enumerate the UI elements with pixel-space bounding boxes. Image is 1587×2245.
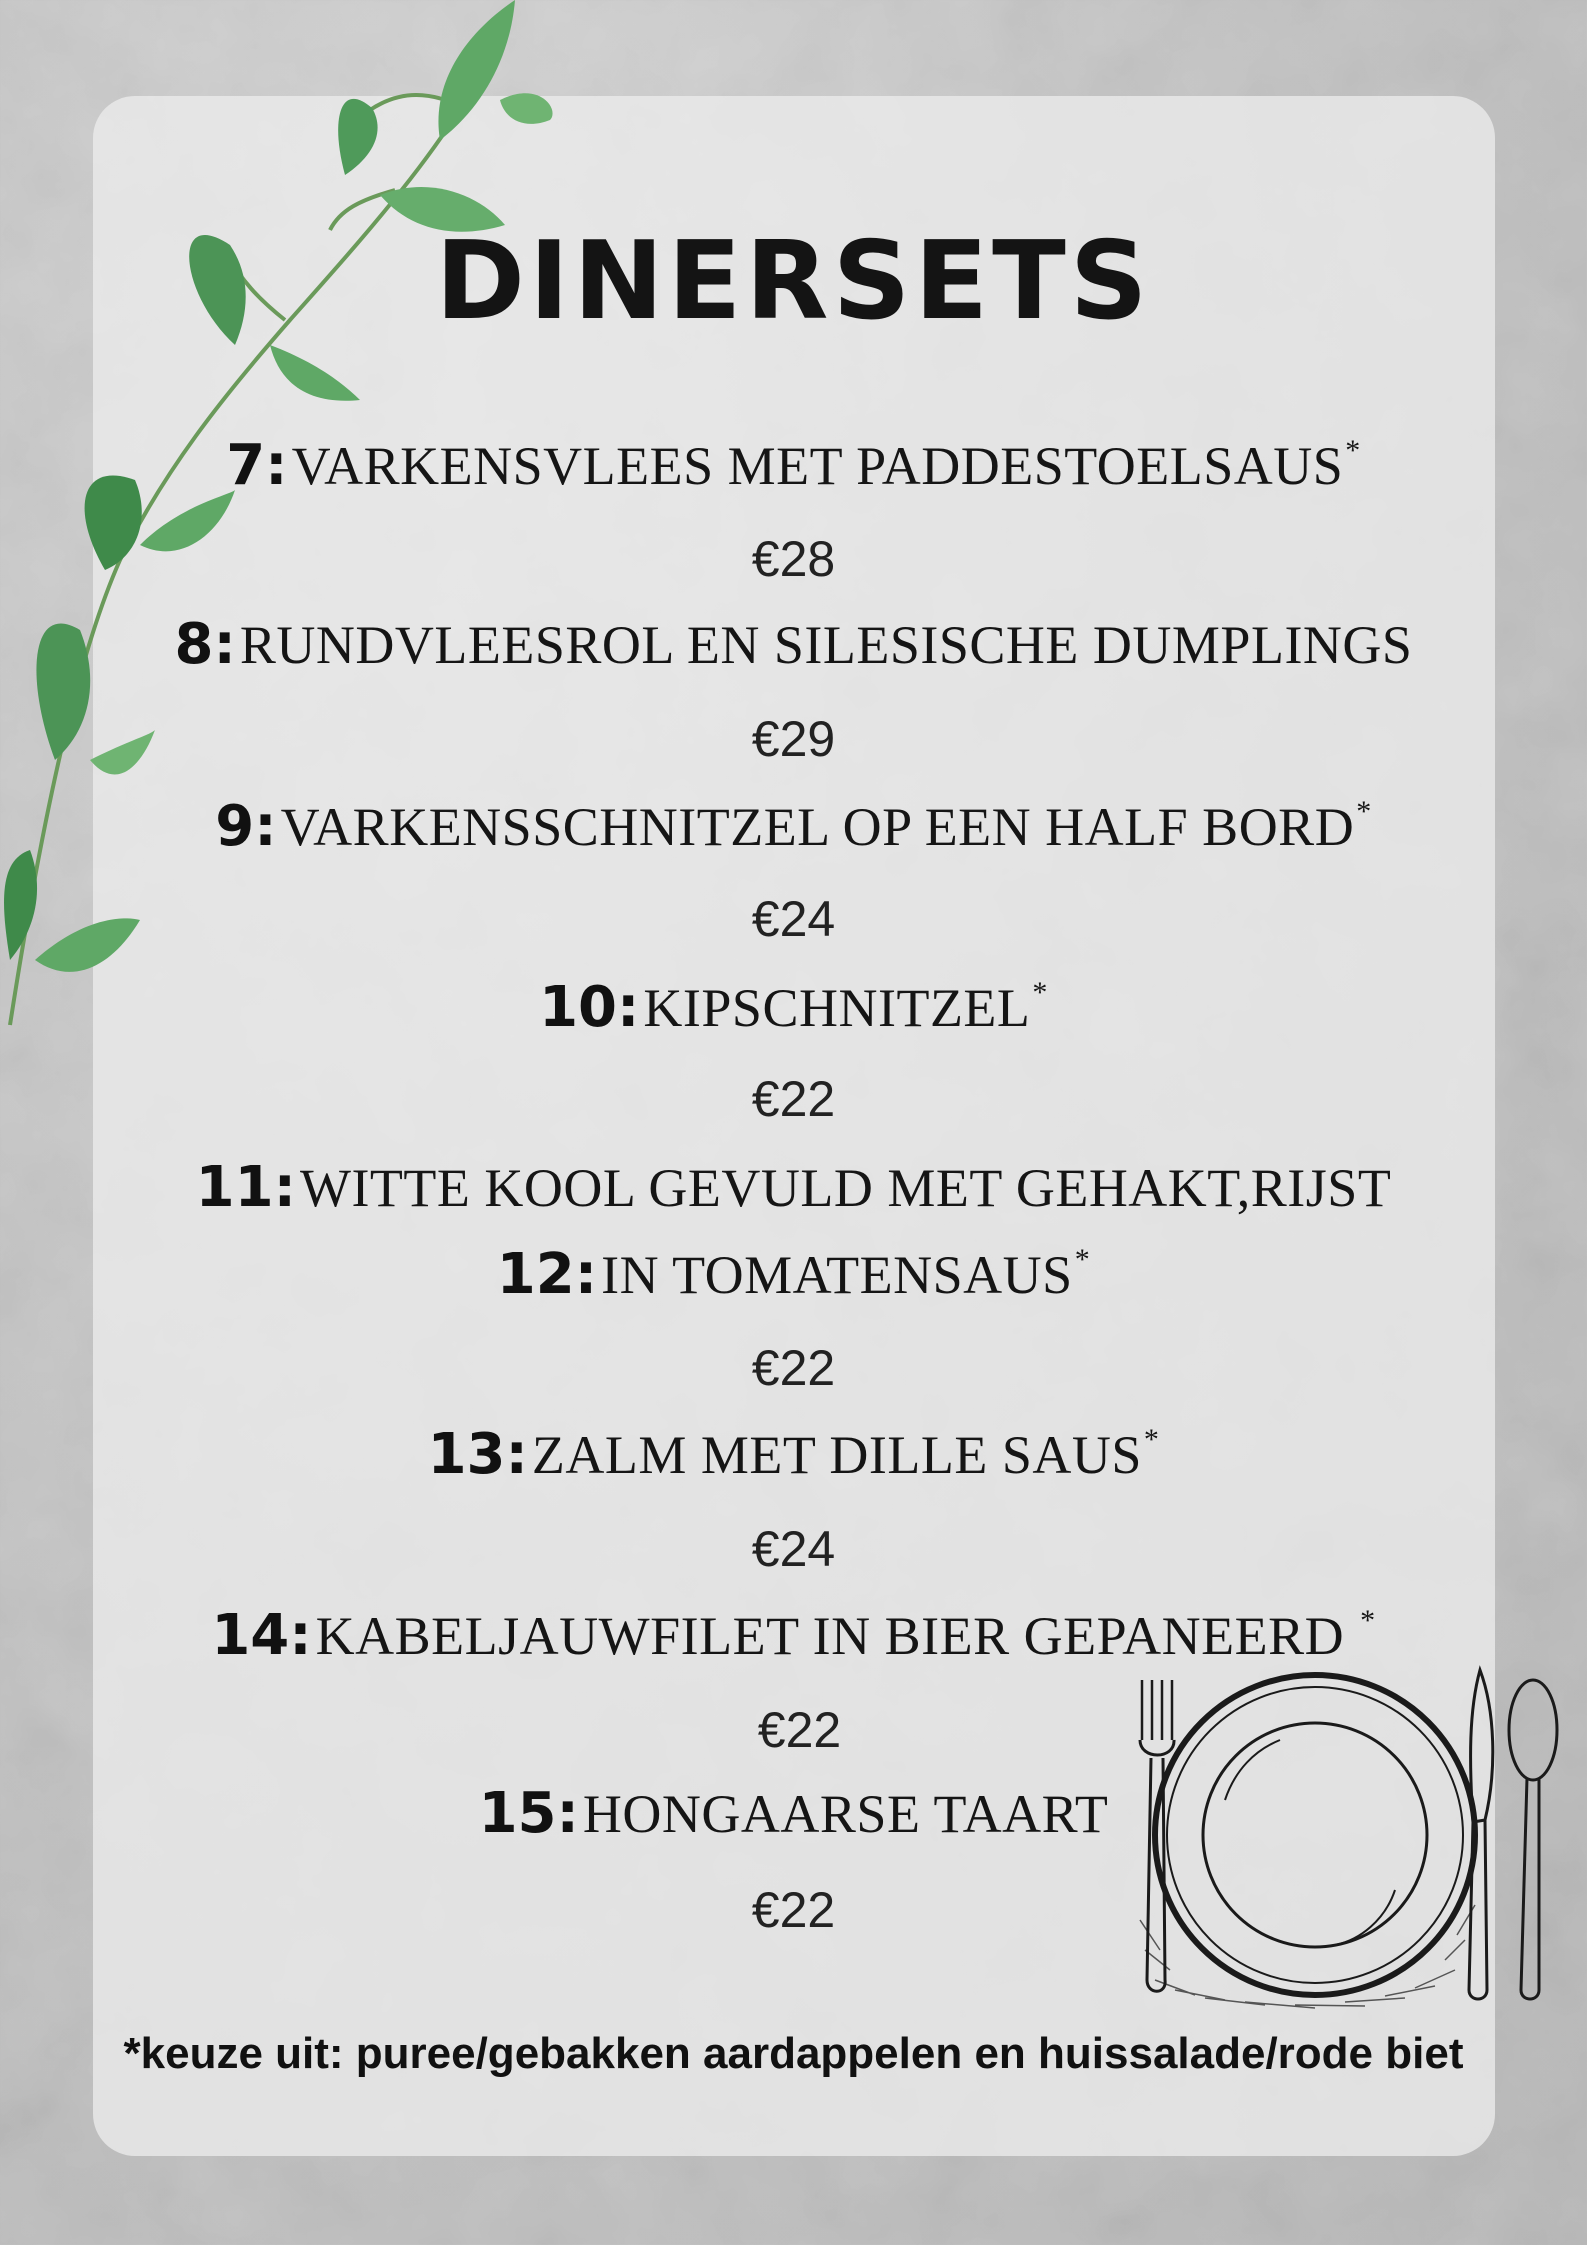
menu-item: 8: Rundvleesrol en Silesische dumplings bbox=[0, 617, 1587, 673]
side-choice-marker: * bbox=[1356, 795, 1372, 828]
item-price: €22 bbox=[751, 1071, 836, 1127]
menu-item: 9: Varkensschnitzel op een half bord* bbox=[0, 797, 1587, 855]
menu-item: 10: Kipschnitzel* bbox=[0, 978, 1587, 1036]
item-number: 8: bbox=[174, 612, 236, 677]
item-number: 12: bbox=[496, 1242, 598, 1307]
menu-title: DINERSETS bbox=[435, 219, 1152, 344]
menu-item: 13: Zalm met dille saus* bbox=[0, 1425, 1587, 1483]
item-number: 15: bbox=[478, 1781, 579, 1846]
menu-item: 7: Varkensvlees met paddestoelsaus* bbox=[0, 436, 1587, 494]
menu-item: 12: in tomatensaus* bbox=[0, 1245, 1587, 1303]
side-choice-marker: * bbox=[1143, 1423, 1160, 1456]
dish-name: Kipschnitzel bbox=[643, 978, 1031, 1038]
item-number: 11: bbox=[195, 1155, 296, 1220]
dish-name: in tomatensaus bbox=[601, 1245, 1073, 1305]
side-choice-marker: * bbox=[1345, 434, 1361, 467]
vine-leaves-icon bbox=[4, 0, 553, 1026]
side-choice-marker: * bbox=[1074, 1243, 1091, 1276]
side-dish-footnote: *keuze uit: puree/gebakken aardappelen e… bbox=[123, 2029, 1464, 2078]
item-number: 10: bbox=[539, 975, 640, 1040]
side-choice-marker: * bbox=[1360, 1604, 1376, 1637]
item-price: €24 bbox=[751, 891, 836, 947]
item-number: 14: bbox=[211, 1603, 312, 1668]
item-number: 9: bbox=[215, 794, 277, 859]
dish-name: Rundvleesrol en Silesische dumplings bbox=[239, 615, 1413, 675]
side-choice-marker: * bbox=[1032, 976, 1048, 1009]
dish-name: Varkensschnitzel op een half bord bbox=[280, 797, 1355, 857]
item-price: €28 bbox=[751, 531, 836, 587]
item-number: 13: bbox=[427, 1422, 528, 1487]
item-price: €24 bbox=[751, 1521, 836, 1577]
item-number: 7: bbox=[226, 433, 288, 498]
dish-name: Hongaarse taart bbox=[582, 1784, 1109, 1844]
plate-fork-knife-spoon-icon bbox=[1138, 1665, 1559, 2009]
item-price: €22 bbox=[751, 1340, 836, 1396]
menu-item: 11: Witte kool gevuld met gehakt,rijst bbox=[0, 1160, 1587, 1216]
item-price: €29 bbox=[751, 711, 836, 767]
dish-name: Varkensvlees met paddestoelsaus bbox=[291, 436, 1344, 496]
dish-name: Zalm met dille saus bbox=[531, 1425, 1142, 1485]
dish-name: Witte kool gevuld met gehakt,rijst bbox=[299, 1158, 1392, 1218]
